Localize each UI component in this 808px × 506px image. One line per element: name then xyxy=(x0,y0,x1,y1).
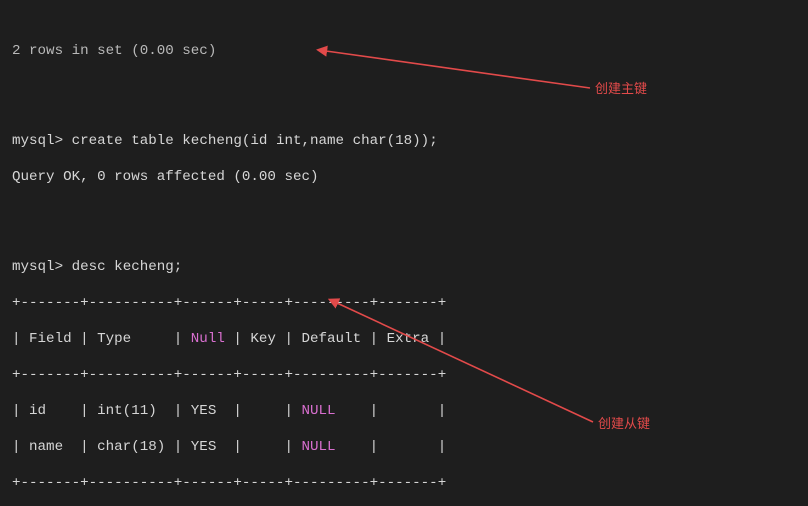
blank-line xyxy=(12,78,798,96)
truncated-line: 2 rows in set (0.00 sec) xyxy=(12,42,798,60)
terminal-output: 2 rows in set (0.00 sec) mysql> create t… xyxy=(0,0,808,506)
desc-kecheng-row-name: | name | char(18) | YES | | NULL | | xyxy=(12,438,798,456)
cmd-desc-kecheng: mysql> desc kecheng; xyxy=(12,258,798,276)
result-create-kecheng: Query OK, 0 rows affected (0.00 sec) xyxy=(12,168,798,186)
blank-line xyxy=(12,204,798,222)
desc-kecheng-border: +-------+----------+------+-----+-------… xyxy=(12,366,798,384)
desc-kecheng-header: | Field | Type | Null | Key | Default | … xyxy=(12,330,798,348)
cmd-create-kecheng: mysql> create table kecheng(id int,name … xyxy=(12,132,798,150)
desc-kecheng-border: +-------+----------+------+-----+-------… xyxy=(12,474,798,492)
desc-kecheng-border: +-------+----------+------+-----+-------… xyxy=(12,294,798,312)
desc-kecheng-row-id: | id | int(11) | YES | | NULL | | xyxy=(12,402,798,420)
